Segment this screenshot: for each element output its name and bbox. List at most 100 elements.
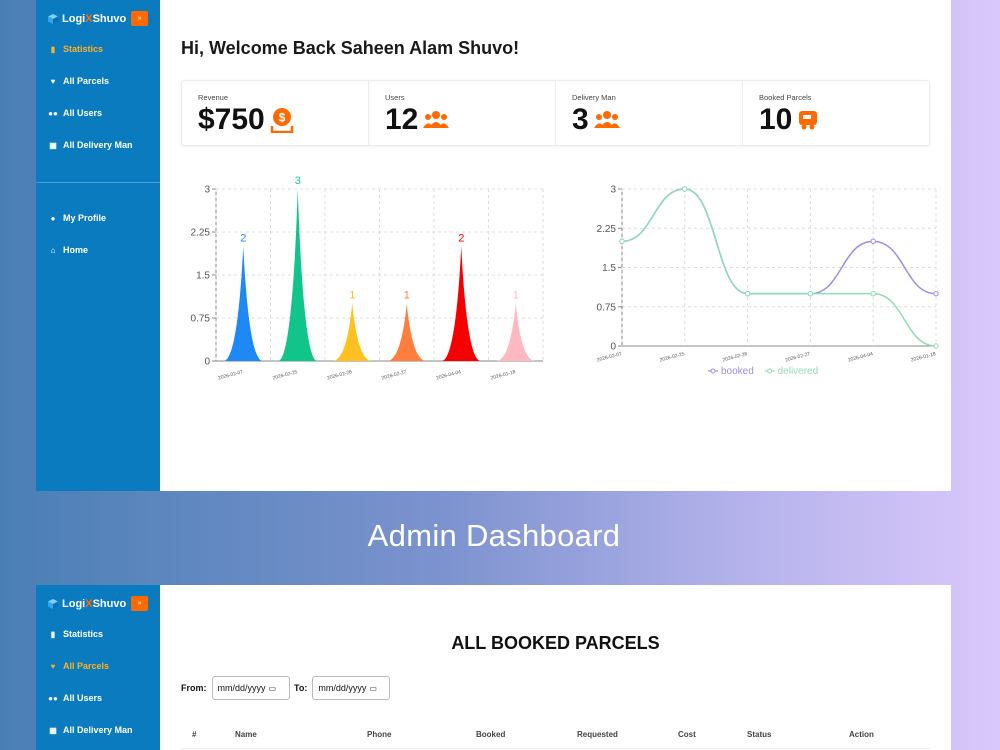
date-placeholder: mm/dd/yyyy bbox=[217, 683, 266, 693]
data-point bbox=[870, 238, 876, 245]
to-date-input[interactable]: mm/dd/yyyy ▭ bbox=[312, 676, 391, 700]
sidebar-item-all-parcels[interactable]: ♥ All Parcels bbox=[48, 76, 109, 86]
brand-logo[interactable]: Logi X Shuvo » bbox=[48, 11, 149, 26]
truck-icon bbox=[797, 109, 819, 131]
column-header-requested: Requested bbox=[577, 730, 618, 739]
y-tick-label: 1.5 bbox=[196, 271, 210, 282]
sidebar-item-label: My Profile bbox=[63, 213, 107, 223]
sidebar-item-label: Home bbox=[63, 245, 89, 255]
money-icon: $ bbox=[270, 107, 294, 133]
x-tick-label: 2026-02-26 bbox=[327, 369, 353, 381]
sidebar-item-statistics[interactable]: ▮ Statistics bbox=[48, 629, 103, 639]
sidebar-item-label: All Users bbox=[63, 693, 103, 703]
main-content: Hi, Welcome Back Saheen Alam Shuvo! Reve… bbox=[160, 0, 951, 491]
calendar-icon[interactable]: ▭ bbox=[269, 684, 277, 693]
sidebar-item-label: Statistics bbox=[63, 629, 104, 639]
sidebar-item-label: All Parcels bbox=[63, 661, 110, 671]
stat-value: 12 bbox=[385, 103, 419, 136]
legend-label: booked bbox=[721, 366, 754, 377]
y-tick-label: 0.75 bbox=[597, 302, 617, 313]
x-tick-label: 2026-02-26 bbox=[722, 351, 748, 363]
brand-name-suffix: Shuvo bbox=[92, 597, 127, 610]
legend-label: delivered bbox=[778, 366, 819, 377]
sidebar-item-all-parcels[interactable]: ♥ All Parcels bbox=[48, 661, 109, 671]
collapse-button[interactable]: » bbox=[131, 596, 149, 611]
column-header-cost: Cost bbox=[678, 730, 696, 739]
stat-booked-parcels: Booked Parcels 10 bbox=[743, 81, 929, 145]
stat-value: 10 bbox=[759, 103, 793, 136]
brand-logo[interactable]: Logi X Shuvo » bbox=[48, 596, 149, 611]
sidebar-item-all-delivery-man[interactable]: ▦ All Delivery Man bbox=[48, 140, 133, 150]
sidebar-item-all-users[interactable]: ●● All Users bbox=[48, 693, 102, 703]
y-tick-label: 2.25 bbox=[191, 228, 211, 239]
sidebar-item-all-delivery-man[interactable]: ▦ All Delivery Man bbox=[48, 725, 132, 735]
data-point bbox=[682, 186, 688, 192]
users-icon: ●● bbox=[48, 108, 58, 118]
legend-marker bbox=[710, 368, 716, 374]
bar-chart-icon: ▮ bbox=[50, 44, 56, 54]
brand-name-x: X bbox=[85, 597, 93, 610]
x-tick-label: 2026-02-07 bbox=[596, 351, 622, 363]
sidebar-item-my-profile[interactable]: ● My Profile bbox=[48, 213, 106, 223]
sidebar-item-label: Statistics bbox=[63, 44, 104, 54]
y-tick-label: 0.75 bbox=[191, 314, 211, 325]
y-tick-label: 0 bbox=[610, 342, 616, 353]
bar bbox=[332, 303, 372, 361]
x-tick-label: 2026-02-25 bbox=[659, 351, 685, 363]
series-line bbox=[621, 188, 937, 295]
x-tick-label: 2026-01-18 bbox=[490, 369, 516, 381]
main-content: ALL BOOKED PARCELS From: mm/dd/yyyy ▭ To:… bbox=[160, 585, 951, 750]
bar bbox=[496, 303, 536, 361]
to-filter: To: mm/dd/yyyy ▭ bbox=[294, 676, 391, 700]
profile-icon: ● bbox=[50, 213, 56, 223]
column-header-status: Status bbox=[747, 730, 772, 739]
sidebar-item-home[interactable]: ⌂ Home bbox=[48, 245, 88, 255]
sidebar-item-statistics[interactable]: ▮ Statistics bbox=[48, 44, 103, 54]
stat-value: 3 bbox=[572, 103, 589, 136]
stat-label: Revenue bbox=[198, 93, 229, 102]
x-tick-label: 2026-04-04 bbox=[436, 369, 462, 381]
data-point bbox=[744, 290, 751, 297]
svg-text:$: $ bbox=[278, 111, 285, 125]
parcel-icon: ♥ bbox=[50, 76, 56, 86]
x-tick-label: 2026-02-07 bbox=[218, 369, 244, 381]
date-placeholder: mm/dd/yyyy bbox=[318, 683, 367, 693]
data-point bbox=[807, 290, 814, 297]
y-tick-label: 2.25 bbox=[597, 224, 617, 235]
parcel-icon: ♥ bbox=[50, 661, 56, 671]
statistics-screen: Logi X Shuvo » ▮ Statistics ♥ All Parcels ●●… bbox=[36, 0, 951, 491]
from-date-input[interactable]: mm/dd/yyyy ▭ bbox=[211, 676, 290, 700]
welcome-heading: Hi, Welcome Back Saheen Alam Shuvo! bbox=[181, 38, 520, 58]
stat-label: Delivery Man bbox=[572, 93, 616, 102]
data-label: 1 bbox=[349, 290, 355, 302]
brand-name-prefix: Logi bbox=[62, 12, 86, 25]
data-label: 1 bbox=[513, 290, 519, 302]
column-header-index: # bbox=[192, 730, 197, 739]
caption-admin-dashboard: Admin Dashboard bbox=[367, 518, 621, 553]
brand-name-suffix: Shuvo bbox=[92, 12, 127, 25]
sidebar-item-label: All Delivery Man bbox=[63, 140, 133, 150]
bar-chart-icon: ▮ bbox=[50, 629, 56, 639]
legend-marker bbox=[767, 368, 773, 374]
y-tick-label: 3 bbox=[610, 185, 616, 196]
users-icon: ●● bbox=[48, 693, 58, 703]
column-header-action: Action bbox=[849, 730, 874, 739]
sidebar: Logi X Shuvo » ▮ Statistics ♥ All Parcels ●●… bbox=[36, 585, 160, 750]
collapse-button[interactable]: » bbox=[131, 11, 149, 26]
column-header-phone: Phone bbox=[367, 730, 392, 739]
sidebar-item-label: All Users bbox=[63, 108, 103, 118]
y-tick-label: 0 bbox=[204, 357, 210, 368]
data-label: 3 bbox=[295, 175, 301, 187]
users-group-icon bbox=[593, 110, 620, 130]
column-header-name: Name bbox=[235, 730, 257, 739]
stat-users: Users 12 bbox=[369, 81, 556, 145]
bar bbox=[387, 303, 427, 361]
home-icon: ⌂ bbox=[50, 245, 56, 255]
calendar-icon[interactable]: ▭ bbox=[369, 684, 377, 693]
x-tick-label: 2026-02-27 bbox=[381, 369, 407, 381]
stat-label: Booked Parcels bbox=[759, 93, 812, 102]
sidebar-item-all-users[interactable]: ●● All Users bbox=[48, 108, 102, 118]
table-header-divider bbox=[181, 748, 930, 749]
users-group-icon bbox=[423, 110, 450, 130]
stat-revenue: Revenue $750 $ bbox=[182, 81, 369, 145]
